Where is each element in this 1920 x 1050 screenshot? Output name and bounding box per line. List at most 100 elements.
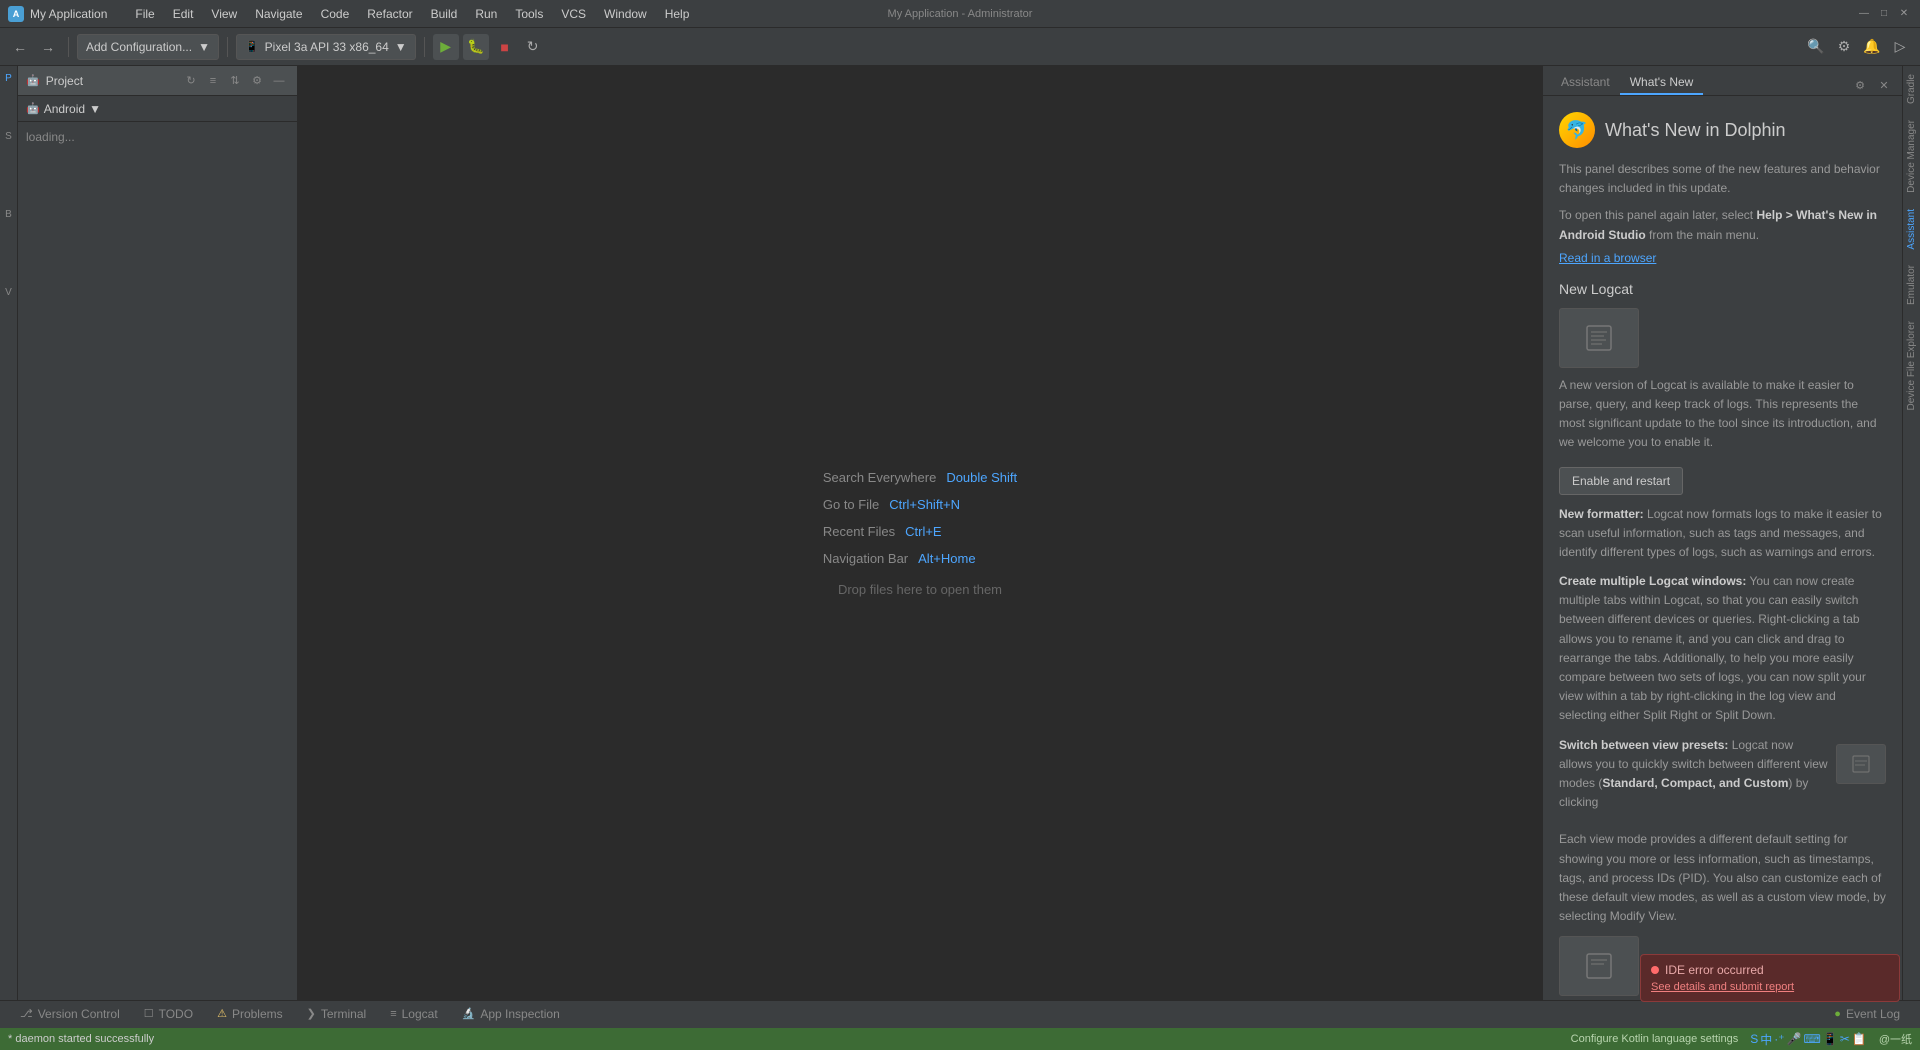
right-panel-close-button[interactable]: ✕ [1874,75,1894,95]
menu-item-run[interactable]: Run [467,5,505,23]
configure-kotlin-link[interactable]: Configure Kotlin language settings [1571,1033,1739,1045]
ime-scissors[interactable]: ✂ [1840,1032,1850,1046]
event-log-label: Event Log [1846,1007,1900,1021]
config-dropdown-arrow: ▼ [198,40,210,54]
menu-item-help[interactable]: Help [657,5,698,23]
menu-item-tools[interactable]: Tools [507,5,551,23]
list-view-button[interactable]: ≡ [203,71,223,91]
debug-button[interactable]: 🐛 [463,34,489,60]
enable-restart-button[interactable]: Enable and restart [1559,467,1683,495]
gradle-label[interactable]: Gradle [1904,66,1919,112]
emulator-label[interactable]: Emulator [1904,257,1919,313]
settings-button[interactable]: ⚙ [1832,35,1856,59]
wn-open-info: To open this panel again later, select H… [1559,206,1886,244]
menu-item-edit[interactable]: Edit [165,5,202,23]
menu-item-view[interactable]: View [203,5,245,23]
read-in-browser-link[interactable]: Read in a browser [1559,249,1886,267]
device-icon: 📱 [245,40,259,53]
menu-item-navigate[interactable]: Navigate [247,5,310,23]
app-inspection-label: App Inspection [480,1007,559,1021]
navigation-bar-shortcut: Navigation Bar Alt+Home [823,551,1017,566]
menu-item-refactor[interactable]: Refactor [359,5,420,23]
menu-item-vcs[interactable]: VCS [553,5,594,23]
menu-item-build[interactable]: Build [423,5,466,23]
ime-mic[interactable]: 🎤 [1787,1032,1802,1046]
toast-title: IDE error occurred [1651,963,1889,977]
todo-icon: ☐ [144,1007,154,1020]
ime-keyboard[interactable]: ⌨ [1804,1032,1821,1046]
ime-s[interactable]: S [1750,1032,1758,1046]
run-manager-button[interactable]: ▷ [1888,35,1912,59]
view-presets-modes: Standard, Compact, and Custom [1602,776,1788,790]
ime-paste[interactable]: 📋 [1852,1032,1867,1046]
refresh-project-button[interactable]: ↻ [181,71,201,91]
project-header: 🤖 Project ↻ ≡ ⇅ ⚙ — [18,66,297,96]
android-dropdown[interactable]: 🤖 Android ▼ [18,96,297,122]
device-dropdown[interactable]: 📱 Pixel 3a API 33 x86_64 ▼ [236,34,416,60]
right-panel: Assistant What's New ⚙ ✕ 🐬 What's New in… [1542,66,1902,1000]
drop-hint: Drop files here to open them [838,582,1002,597]
logcat-tab[interactable]: ≡ Logcat [378,1001,449,1029]
terminal-icon: ❯ [307,1007,316,1020]
todo-tab[interactable]: ☐ TODO [132,1001,205,1029]
project-panel: 🤖 Project ↻ ≡ ⇅ ⚙ — 🤖 Android ▼ loading.… [18,66,298,1000]
search-everywhere-label: Search Everywhere [823,470,936,485]
window-controls: — □ ✕ [1856,6,1912,22]
assistant-label[interactable]: Assistant [1904,201,1919,258]
maximize-button[interactable]: □ [1876,6,1892,22]
build-variants-sidebar-icon[interactable]: V [1,284,17,300]
app-logo-text: A [13,9,20,19]
bookmarks-sidebar-icon[interactable]: B [1,206,17,222]
ime-dot[interactable]: ·⁺ [1774,1032,1784,1046]
ime-phone[interactable]: 📱 [1823,1032,1838,1046]
menu-item-code[interactable]: Code [313,5,358,23]
new-logcat-title: New Logcat [1559,279,1886,300]
menu-item-file[interactable]: File [127,5,162,23]
navigation-bar-label: Navigation Bar [823,551,908,566]
notifications-button[interactable]: 🔔 [1860,35,1884,59]
problems-tab[interactable]: ⚠ Problems [205,1001,295,1029]
navigation-bar-key: Alt+Home [918,551,975,566]
device-manager-label[interactable]: Device Manager [1904,112,1919,201]
device-file-explorer-label[interactable]: Device File Explorer [1904,313,1919,418]
logcat-icon: ≡ [390,1008,396,1020]
tab-whats-new[interactable]: What's New [1620,71,1704,95]
version-control-icon: ⎇ [20,1007,33,1020]
minimize-button[interactable]: — [1856,6,1872,22]
android-dropdown-label: Android [44,102,85,116]
project-sidebar-icon[interactable]: P [1,70,17,86]
device-dropdown-arrow: ▼ [395,40,407,54]
add-configuration-dropdown[interactable]: Add Configuration... ▼ [77,34,219,60]
right-panel-settings-button[interactable]: ⚙ [1850,75,1870,95]
editor-area[interactable]: Search Everywhere Double Shift Go to Fil… [298,66,1542,1000]
sync-button[interactable]: ↻ [521,35,545,59]
project-settings-button[interactable]: ⚙ [247,71,267,91]
stop-button[interactable]: ■ [493,35,517,59]
project-title: Project [46,74,83,88]
collapse-project-button[interactable]: — [269,71,289,91]
back-button[interactable]: ← [8,35,32,59]
new-logcat-section: New Logcat A new version of Logcat is av… [1559,279,1886,1000]
view-presets-image [1836,744,1886,784]
app-inspection-tab[interactable]: 🔬 App Inspection [450,1001,572,1029]
ime-layout[interactable]: @一纸 [1879,1031,1912,1047]
logcat-desc: A new version of Logcat is available to … [1559,376,1886,453]
run-button[interactable]: ▶ [433,34,459,60]
error-details-link[interactable]: See details and submit report [1651,981,1794,993]
search-everywhere-key: Double Shift [946,470,1017,485]
forward-button[interactable]: → [36,35,60,59]
problems-label: Problems [232,1007,283,1021]
open-info-post: from the main menu. [1646,228,1759,242]
search-everywhere-shortcut: Search Everywhere Double Shift [823,470,1017,485]
search-everywhere-button[interactable]: 🔍 [1804,35,1828,59]
close-button[interactable]: ✕ [1896,6,1912,22]
device-label: Pixel 3a API 33 x86_64 [265,40,389,54]
terminal-tab[interactable]: ❯ Terminal [295,1001,379,1029]
ime-zh[interactable]: 中 [1760,1031,1772,1048]
sort-button[interactable]: ⇅ [225,71,245,91]
version-control-tab[interactable]: ⎇ Version Control [8,1001,132,1029]
event-log-tab[interactable]: ● Event Log [1822,1001,1912,1029]
menu-item-window[interactable]: Window [596,5,655,23]
structure-sidebar-icon[interactable]: S [1,128,17,144]
tab-assistant[interactable]: Assistant [1551,71,1620,95]
